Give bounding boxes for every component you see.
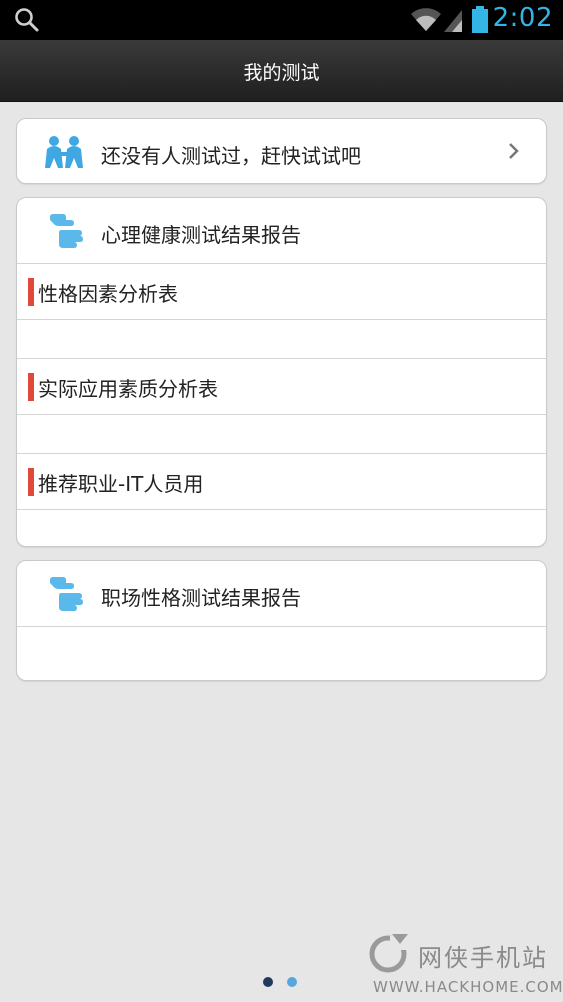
title-bar: 我的测试 xyxy=(0,40,563,102)
list-item-practical-quality[interactable]: 实际应用素质分析表 xyxy=(17,359,546,415)
signal-icon xyxy=(444,10,462,32)
mental-health-report-card: 心理健康测试结果报告 性格因素分析表 实际应用素质分析表 推荐职业-IT人员用 xyxy=(16,197,547,547)
hand-icon xyxy=(50,214,83,248)
watermark: 网侠手机站 WWW.HACKHOME.COM xyxy=(368,930,563,996)
hand-icon xyxy=(50,577,83,611)
workplace-report-title: 职场性格测试结果报告 xyxy=(101,586,301,610)
list-item-label: 推荐职业-IT人员用 xyxy=(38,472,204,496)
wifi-icon xyxy=(411,8,441,32)
item-marker xyxy=(28,468,34,496)
status-bar: 2:02 xyxy=(0,0,563,40)
item-marker xyxy=(28,278,34,306)
search-icon[interactable] xyxy=(14,7,40,33)
list-divider xyxy=(17,415,546,454)
mental-health-report-header[interactable]: 心理健康测试结果报告 xyxy=(17,198,546,264)
empty-list-area xyxy=(17,627,546,680)
page-dot-active[interactable] xyxy=(263,977,273,987)
item-marker xyxy=(28,373,34,401)
people-icon xyxy=(45,136,83,168)
list-item-recommended-careers[interactable]: 推荐职业-IT人员用 xyxy=(17,454,546,510)
list-divider xyxy=(17,320,546,359)
chevron-right-icon xyxy=(509,143,519,159)
mental-health-report-title: 心理健康测试结果报告 xyxy=(101,223,301,247)
list-item-label: 实际应用素质分析表 xyxy=(38,377,218,401)
clock: 2:02 xyxy=(492,3,553,33)
watermark-text: 网侠手机站 xyxy=(418,944,548,972)
list-item-personality-factors[interactable]: 性格因素分析表 xyxy=(17,264,546,320)
list-item-label: 性格因素分析表 xyxy=(38,282,178,306)
page-dot[interactable] xyxy=(287,977,297,987)
no-tests-card[interactable]: 还没有人测试过，赶快试试吧 xyxy=(16,118,547,184)
battery-icon xyxy=(472,6,488,33)
page-title: 我的测试 xyxy=(243,62,320,84)
watermark-url: WWW.HACKHOME.COM xyxy=(373,978,563,996)
workplace-report-header[interactable]: 职场性格测试结果报告 xyxy=(17,561,546,627)
list-divider xyxy=(17,510,546,546)
workplace-report-card: 职场性格测试结果报告 xyxy=(16,560,547,681)
watermark-logo xyxy=(369,934,408,973)
no-tests-label: 还没有人测试过，赶快试试吧 xyxy=(101,144,361,168)
